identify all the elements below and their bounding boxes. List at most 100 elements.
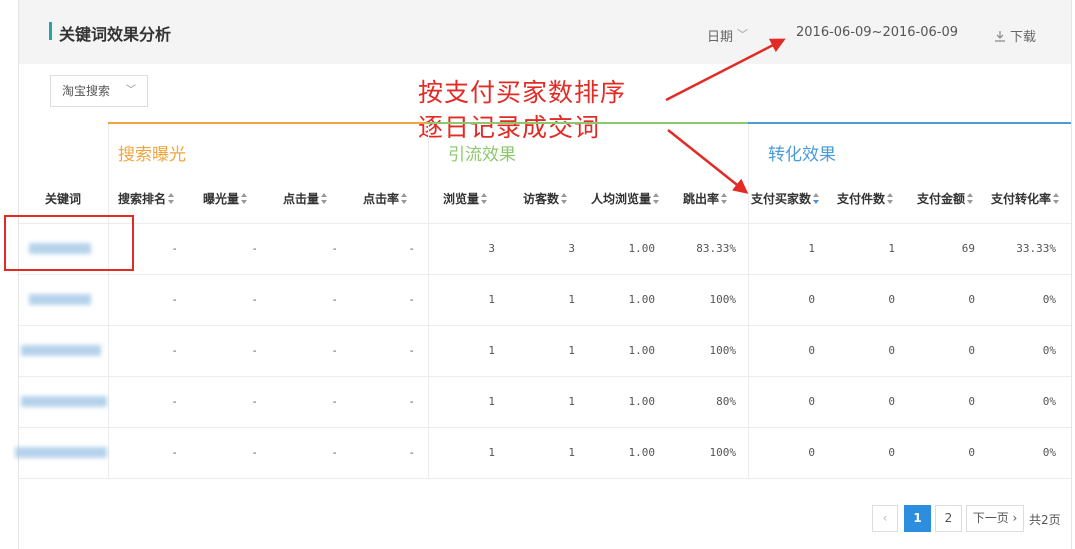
col-header-clicks[interactable]: 点击量 <box>283 190 328 207</box>
chevron-down-icon[interactable]: ﹀ <box>737 26 748 42</box>
sort-icon[interactable] <box>241 193 248 204</box>
col-header-pv[interactable]: 浏览量 <box>443 190 488 207</box>
cell-bounce: 100% <box>709 344 737 357</box>
cell-visitors: 1 <box>568 344 575 357</box>
col-header-items[interactable]: 支付件数 <box>837 190 894 207</box>
cell-visitors: 1 <box>568 395 575 408</box>
row-divider <box>19 427 1071 428</box>
cell-pv: 1 <box>488 395 495 408</box>
keyword-blurred[interactable] <box>21 396 107 407</box>
col-header-label: 支付买家数 <box>751 192 812 206</box>
prev-page-button[interactable]: ‹ <box>872 505 898 532</box>
group-label-traffic: 引流效果 <box>448 145 516 165</box>
sort-icon[interactable] <box>721 193 728 204</box>
col-header-label: 支付金额 <box>917 192 966 206</box>
row-divider <box>19 325 1071 326</box>
source-select[interactable]: 淘宝搜索 ﹀ <box>50 75 148 107</box>
date-dropdown[interactable]: 日期 <box>707 26 733 45</box>
col-header-label: 跳出率 <box>683 192 720 206</box>
annotation-text-1: 按支付买家数排序 <box>418 78 627 107</box>
cell-impressions: - <box>251 395 258 408</box>
next-page-button[interactable]: 下一页 › <box>966 505 1024 532</box>
col-header-keyword: 关键词 <box>45 192 82 206</box>
col-header-pv-per-visitor[interactable]: 人均浏览量 <box>591 190 660 207</box>
cell-items: 0 <box>888 446 895 459</box>
page-button-2[interactable]: 2 <box>935 505 962 532</box>
cell-items: 0 <box>888 344 895 357</box>
cell-pv: 1 <box>488 446 495 459</box>
col-header-buyers[interactable]: 支付买家数 <box>751 190 820 207</box>
sort-icon[interactable] <box>561 193 568 204</box>
sort-icon[interactable] <box>481 193 488 204</box>
cell-bounce: 80% <box>716 395 736 408</box>
sort-icon[interactable] <box>1053 193 1060 204</box>
col-header-label: 访客数 <box>523 192 560 206</box>
col-header-impressions[interactable]: 曝光量 <box>203 190 248 207</box>
row-divider <box>19 223 1071 224</box>
cell-rank: - <box>171 446 178 459</box>
cell-ctr: - <box>408 446 415 459</box>
sort-icon[interactable] <box>813 193 820 204</box>
sort-icon[interactable] <box>967 193 974 204</box>
chevron-down-icon: ﹀ <box>126 85 136 96</box>
col-header-bounce[interactable]: 跳出率 <box>683 190 728 207</box>
group-line-traffic <box>428 122 748 124</box>
cell-buyers: 0 <box>808 293 815 306</box>
page-button-1[interactable]: 1 <box>904 505 931 532</box>
col-header-label: 曝光量 <box>203 192 240 206</box>
cell-ctr: - <box>408 395 415 408</box>
cell-pv-per: 1.00 <box>628 395 656 408</box>
col-header-rank[interactable]: 搜索排名 <box>118 190 175 207</box>
group-line-conversion <box>748 122 1071 124</box>
col-header-cvr[interactable]: 支付转化率 <box>991 190 1060 207</box>
cell-cvr: 0% <box>1042 395 1056 408</box>
cell-impressions: - <box>251 293 258 306</box>
group-line-search <box>108 122 428 124</box>
sort-icon[interactable] <box>321 193 328 204</box>
col-header-ctr[interactable]: 点击率 <box>363 190 408 207</box>
cell-visitors: 1 <box>568 293 575 306</box>
cell-bounce: 100% <box>709 293 737 306</box>
highlight-box <box>4 215 134 271</box>
keyword-blurred[interactable] <box>15 447 107 458</box>
col-header-label: 点击量 <box>283 192 320 206</box>
cell-pv-per: 1.00 <box>628 293 656 306</box>
cell-pv-per: 1.00 <box>628 242 656 255</box>
keyword-blurred[interactable] <box>21 345 101 356</box>
column-divider <box>748 124 749 478</box>
cell-items: 1 <box>888 242 895 255</box>
row-divider <box>19 376 1071 377</box>
column-divider <box>428 124 429 478</box>
source-select-value: 淘宝搜索 <box>62 84 111 98</box>
cell-impressions: - <box>251 242 258 255</box>
cell-clicks: - <box>331 446 338 459</box>
download-button[interactable]: 下载 <box>994 26 1036 45</box>
date-range[interactable]: 2016-06-09~2016-06-09 <box>796 25 958 40</box>
col-header-amount[interactable]: 支付金额 <box>917 190 974 207</box>
col-header-label: 搜索排名 <box>118 192 167 206</box>
keyword-blurred[interactable] <box>29 294 91 305</box>
group-label-conversion: 转化效果 <box>768 145 836 165</box>
sort-icon[interactable] <box>887 193 894 204</box>
cell-buyers: 1 <box>808 242 815 255</box>
cell-clicks: - <box>331 395 338 408</box>
cell-impressions: - <box>251 344 258 357</box>
sort-icon[interactable] <box>168 193 175 204</box>
cell-cvr: 0% <box>1042 344 1056 357</box>
col-header-visitors[interactable]: 访客数 <box>523 190 568 207</box>
page-title: 关键词效果分析 <box>59 25 172 44</box>
row-divider <box>19 478 1071 479</box>
sort-icon[interactable] <box>401 193 408 204</box>
cell-impressions: - <box>251 446 258 459</box>
cell-rank: - <box>171 293 178 306</box>
cell-buyers: 0 <box>808 344 815 357</box>
col-header-label: 人均浏览量 <box>591 192 652 206</box>
page-total: 共2页 <box>1029 513 1061 527</box>
annotation-text-2: 逐日记录成交词 <box>418 113 601 142</box>
cell-amount: 0 <box>968 395 975 408</box>
sort-icon[interactable] <box>653 193 660 204</box>
cell-clicks: - <box>331 242 338 255</box>
report-panel: 关键词效果分析 日期 ﹀ 2016-06-09~2016-06-09 下载 淘宝… <box>4 0 1072 549</box>
row-divider <box>19 274 1071 275</box>
col-header-label: 支付转化率 <box>991 192 1052 206</box>
